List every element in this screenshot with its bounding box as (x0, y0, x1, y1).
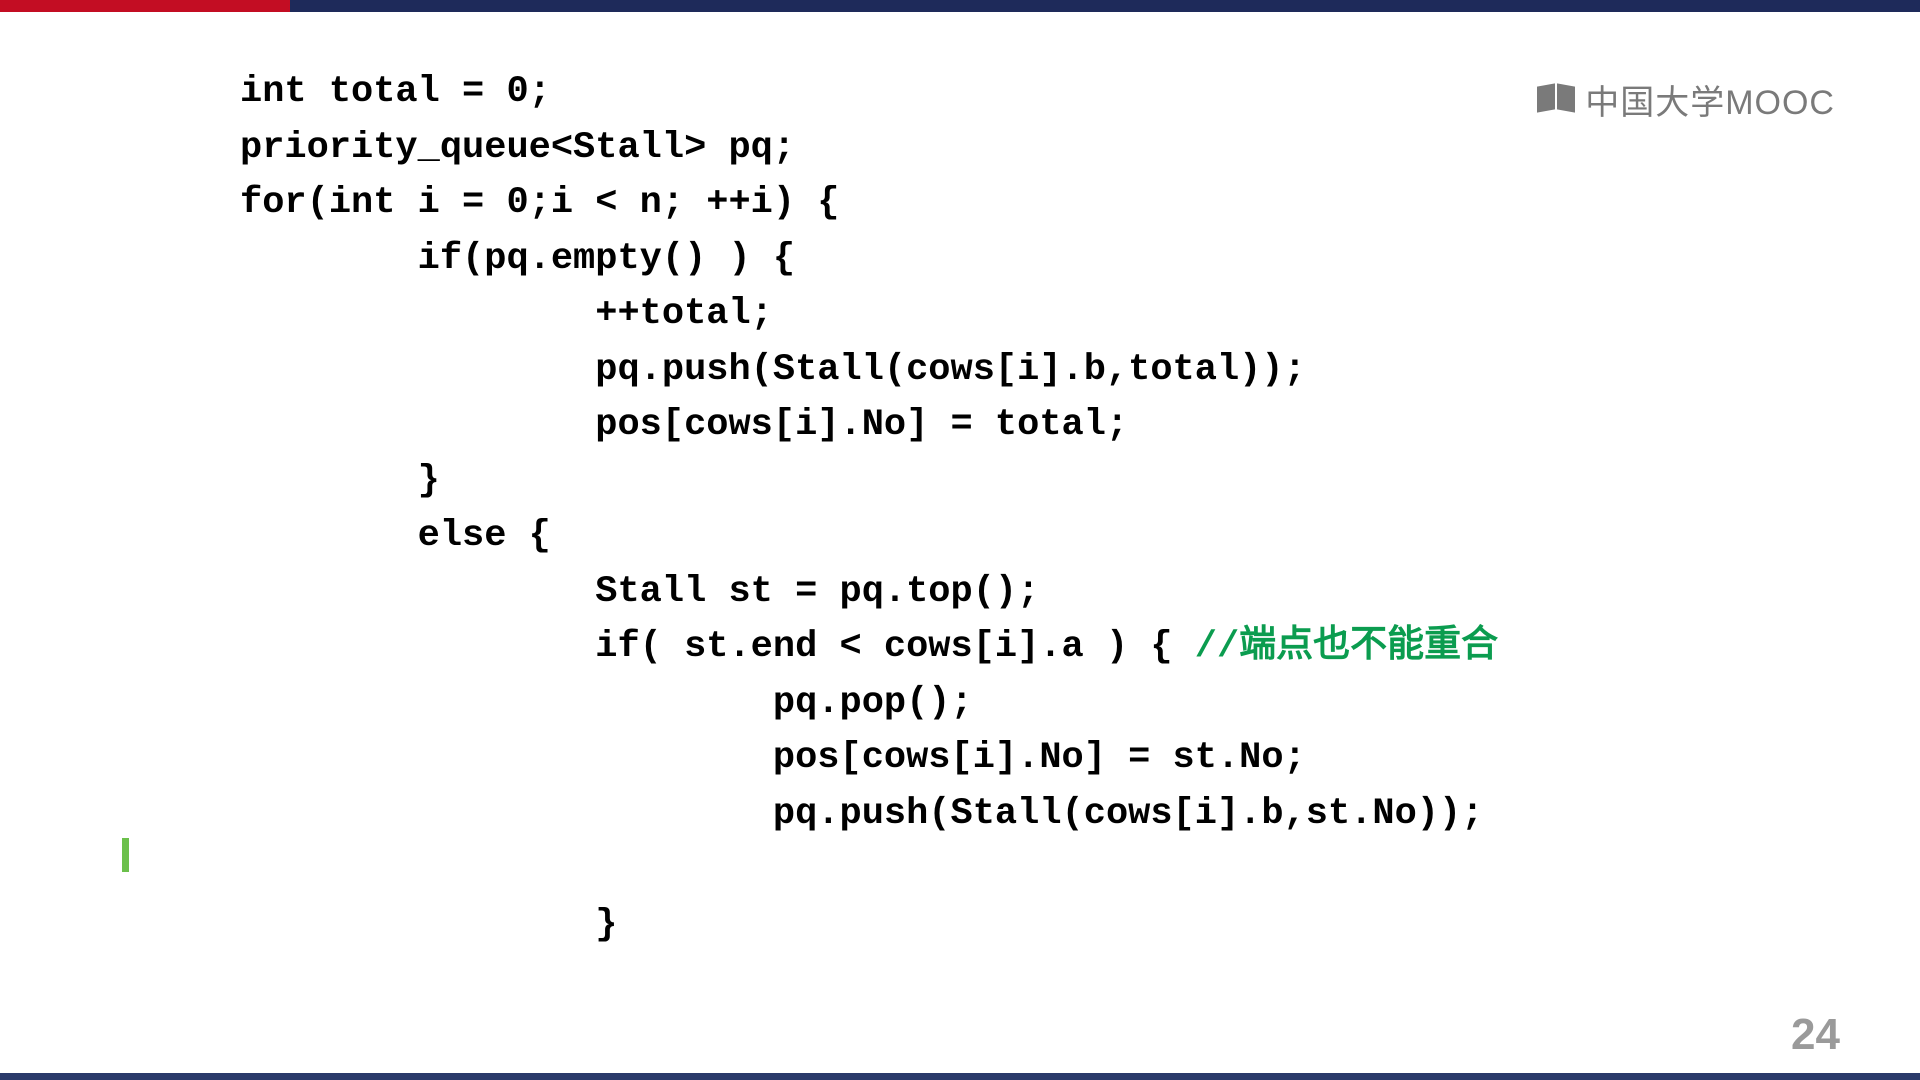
code-line: } (240, 460, 440, 502)
code-line: pq.push(Stall(cows[i].b,st.No)); (240, 793, 1483, 835)
code-line: pos[cows[i].No] = st.No; (240, 737, 1306, 779)
code-line: priority_queue<Stall> pq; (240, 127, 795, 169)
bottom-bar (0, 1073, 1920, 1080)
code-line: pos[cows[i].No] = total; (240, 404, 1128, 446)
top-bar (0, 0, 1920, 12)
brand-logo: 中国大学MOOC (1537, 75, 1835, 124)
code-comment: //端点也不能重合 (1195, 626, 1498, 668)
cursor-indicator (122, 838, 129, 872)
code-line: int total = 0; (240, 71, 551, 113)
book-icon (1537, 85, 1575, 115)
code-line: for(int i = 0;i < n; ++i) { (240, 182, 840, 224)
code-line: ++total; (240, 293, 773, 335)
code-line: Stall st = pq.top(); (240, 571, 1039, 613)
page-number: 24 (1791, 1010, 1840, 1060)
code-block: int total = 0; priority_queue<Stall> pq;… (240, 65, 1498, 953)
code-line: else { (240, 515, 551, 557)
code-line: } (240, 904, 617, 946)
code-line: pq.pop(); (240, 682, 973, 724)
code-line: if( st.end < cows[i].a ) { (240, 626, 1195, 668)
code-line: if(pq.empty() ) { (240, 238, 795, 280)
top-bar-red-segment (0, 0, 290, 12)
top-bar-navy-segment (290, 0, 1920, 12)
code-line: pq.push(Stall(cows[i].b,total)); (240, 349, 1306, 391)
brand-logo-text: 中国大学MOOC (1585, 75, 1835, 124)
